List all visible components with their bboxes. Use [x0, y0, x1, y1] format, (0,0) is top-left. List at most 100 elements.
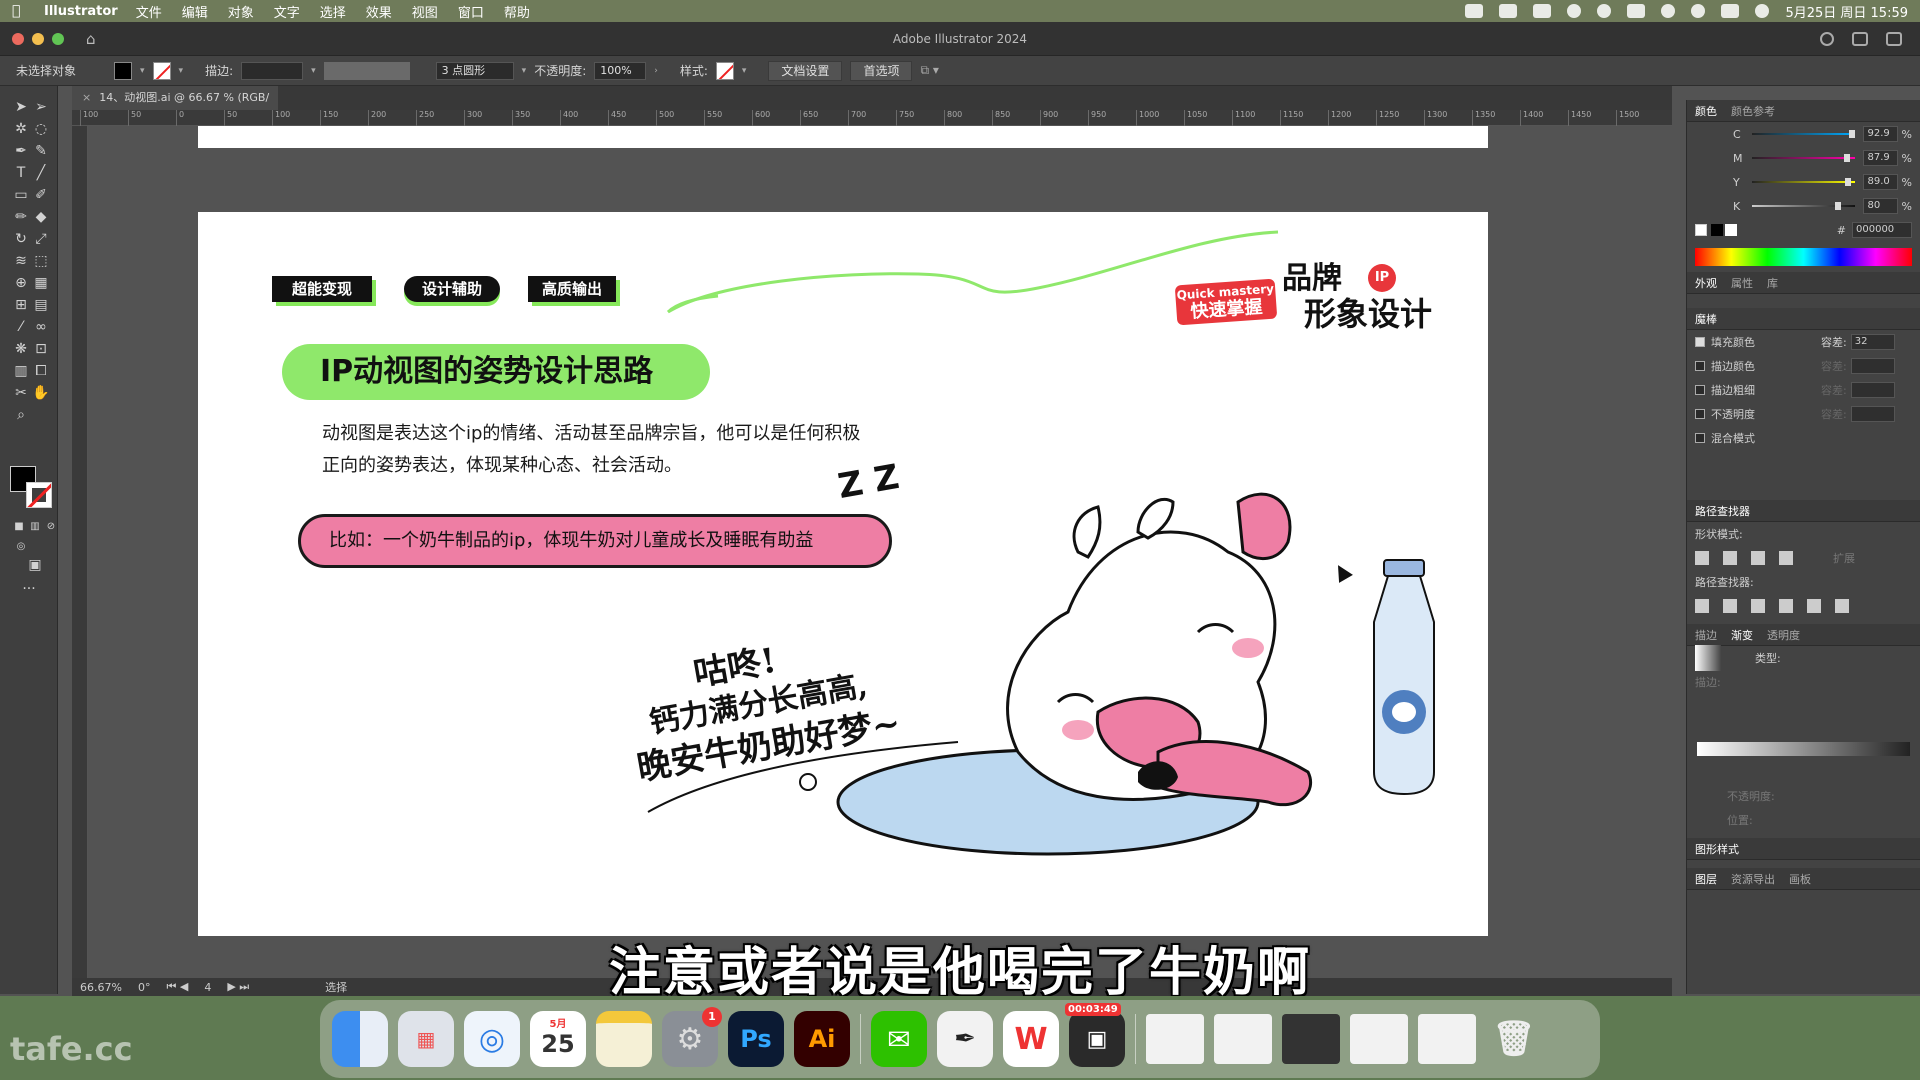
gradient-slider[interactable]	[1697, 742, 1910, 756]
crop-icon[interactable]	[1779, 599, 1793, 613]
menu-edit[interactable]: 编辑	[182, 2, 208, 21]
rotate-tool-icon[interactable]: ↻	[12, 230, 30, 248]
tab-color-guide[interactable]: 颜色参考	[1731, 103, 1775, 119]
draw-mode-icon[interactable]: ◎	[12, 538, 30, 556]
slice-tool-icon[interactable]: ⊡	[32, 340, 50, 358]
arrange-documents-icon[interactable]	[1852, 31, 1868, 46]
tolerance-input[interactable]: 32	[1850, 334, 1895, 350]
menu-select[interactable]: 选择	[320, 2, 346, 21]
menu-effect[interactable]: 效果	[366, 2, 392, 21]
recent-document-thumbnail[interactable]	[1418, 1014, 1476, 1064]
column-graph-tool-icon[interactable]: ▥	[12, 362, 30, 380]
wifi-icon[interactable]	[1661, 4, 1676, 18]
outline-icon[interactable]	[1807, 599, 1821, 613]
tab-pathfinder[interactable]: 路径查找器	[1695, 503, 1750, 519]
expand-button[interactable]: 扩展	[1833, 550, 1855, 566]
pen-status-icon[interactable]	[1567, 4, 1582, 18]
free-transform-tool-icon[interactable]: ⬚	[32, 252, 50, 270]
white-swatch[interactable]	[1725, 224, 1737, 236]
channel-value-input[interactable]: 80	[1863, 198, 1898, 214]
menu-file[interactable]: 文件	[136, 2, 162, 21]
type-tool-icon[interactable]: T	[12, 164, 30, 182]
recent-document-thumbnail[interactable]	[1282, 1014, 1340, 1064]
divide-icon[interactable]	[1695, 599, 1709, 613]
screen-recorder-icon[interactable]: ▣ 00:03:49	[1065, 1003, 1125, 1067]
intersect-icon[interactable]	[1751, 551, 1765, 565]
none-swatch[interactable]	[1695, 224, 1707, 236]
tab-layers[interactable]: 图层	[1695, 871, 1717, 887]
more-tools-icon[interactable]: ···	[20, 580, 38, 598]
camera-status-icon[interactable]	[1465, 4, 1484, 18]
artboard-tool-icon[interactable]: ⧠	[32, 362, 50, 380]
none-mode-icon[interactable]: ⊘	[42, 518, 60, 536]
preferences-button[interactable]: 首选项	[850, 60, 913, 81]
zoom-window-button[interactable]	[52, 32, 64, 45]
pen-tool-icon[interactable]: ✒	[12, 142, 30, 160]
option-checkbox[interactable]	[1695, 361, 1705, 371]
menu-type[interactable]: 文字	[274, 2, 300, 21]
wechat-status-icon[interactable]	[1533, 4, 1552, 18]
tab-appearance[interactable]: 外观	[1695, 275, 1717, 291]
blend-tool-icon[interactable]: ∞	[32, 318, 50, 336]
line-tool-icon[interactable]: ╱	[32, 164, 50, 182]
wps-icon[interactable]: W	[1003, 1011, 1059, 1067]
apple-icon[interactable]: 	[12, 3, 32, 19]
close-tab-icon[interactable]: ×	[82, 91, 91, 104]
recent-document-thumbnail[interactable]	[1214, 1014, 1272, 1064]
document-setup-button[interactable]: 文档设置	[768, 60, 843, 81]
launchpad-icon[interactable]: ▦	[398, 1011, 454, 1067]
merge-icon[interactable]	[1751, 599, 1765, 613]
safari-icon[interactable]: ◎	[464, 1011, 520, 1067]
fill-swatch[interactable]	[114, 61, 133, 80]
eraser-tool-icon[interactable]: ◆	[32, 208, 50, 226]
calendar-icon[interactable]: 5月 25	[530, 1011, 586, 1067]
tolerance-input[interactable]	[1850, 406, 1895, 422]
pen-app-icon[interactable]: ✒	[937, 1011, 993, 1067]
minus-front-icon[interactable]	[1723, 551, 1737, 565]
canvas-area[interactable]: 超能变现 设计辅助 高质输出 IP动视图的姿势设计思路 动视图是表达这个ip的情…	[88, 126, 1672, 978]
exclude-icon[interactable]	[1779, 551, 1793, 565]
opacity-input[interactable]: 100%	[594, 61, 647, 80]
finder-icon[interactable]	[332, 1011, 388, 1067]
menu-object[interactable]: 对象	[228, 2, 254, 21]
recent-document-thumbnail[interactable]	[1350, 1014, 1408, 1064]
slider-knob[interactable]	[1843, 154, 1850, 162]
photoshop-icon[interactable]: Ps	[728, 1011, 784, 1067]
shape-builder-tool-icon[interactable]: ⊕	[12, 274, 30, 292]
control-center-icon[interactable]	[1721, 4, 1740, 18]
brush-definition-select[interactable]: 3 点圆形	[435, 61, 514, 80]
hand-tool-icon[interactable]: ✋	[32, 384, 50, 402]
workspace-switcher-icon[interactable]	[1886, 31, 1902, 46]
home-icon[interactable]: ⌂	[86, 31, 102, 46]
screen-mode-icon[interactable]: ▣	[26, 556, 44, 574]
slider-knob[interactable]	[1848, 130, 1855, 138]
tab-artboards[interactable]: 画板	[1789, 871, 1811, 887]
document-tab[interactable]: ×14、动视图.ai @ 66.67 % (RGB/预览)	[72, 86, 278, 128]
paintbrush-tool-icon[interactable]: ✐	[32, 186, 50, 204]
arrange-icon[interactable]: ⧉ ▾	[920, 63, 938, 78]
menu-clock[interactable]: 5月25日 周日 15:59	[1785, 2, 1908, 21]
black-swatch[interactable]	[1711, 224, 1723, 236]
option-checkbox[interactable]	[1695, 409, 1705, 419]
play-status-icon[interactable]	[1597, 4, 1612, 18]
channel-slider[interactable]	[1752, 130, 1856, 138]
zoom-tool-icon[interactable]: ⌕	[12, 406, 30, 424]
tab-magic-wand[interactable]: 魔棒	[1695, 311, 1717, 327]
stroke-color-box[interactable]	[26, 482, 52, 508]
color-spectrum[interactable]	[1695, 248, 1912, 266]
selection-tool-icon[interactable]: ➤	[12, 98, 30, 116]
recent-document-thumbnail[interactable]	[1146, 1014, 1204, 1064]
option-checkbox[interactable]	[1695, 385, 1705, 395]
slice-select-tool-icon[interactable]: ✂	[12, 384, 30, 402]
tab-properties[interactable]: 属性	[1731, 275, 1753, 291]
menu-help[interactable]: 帮助	[504, 2, 530, 21]
stroke-dropdown-icon[interactable]: ▾	[179, 66, 184, 76]
input-method-icon[interactable]	[1627, 4, 1646, 18]
opacity-arrow-icon[interactable]: ›	[654, 66, 658, 76]
shaper-tool-icon[interactable]: ✏	[12, 208, 30, 226]
direct-selection-tool-icon[interactable]: ➢	[32, 98, 50, 116]
illustrator-icon[interactable]: Ai	[794, 1011, 850, 1067]
graphic-style-dropdown-icon[interactable]: ▾	[742, 66, 747, 76]
minus-back-icon[interactable]	[1835, 599, 1849, 613]
symbol-sprayer-tool-icon[interactable]: ❋	[12, 340, 30, 358]
